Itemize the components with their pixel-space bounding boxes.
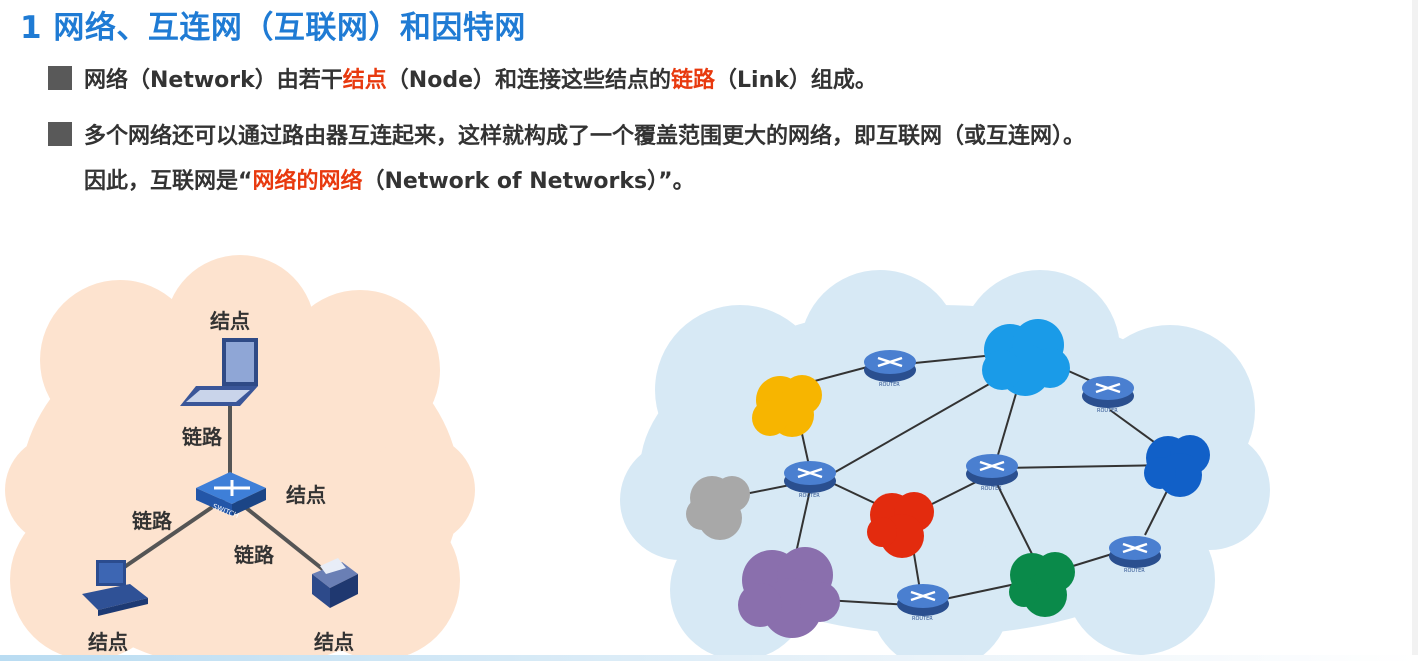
bullet-2-text-b: （Network of Networks）”。 — [362, 169, 695, 194]
network-cloud-lightblue — [982, 319, 1070, 396]
bullet-2: 多个网络还可以通过路由器互连起来，这样就构成了一个覆盖范围更大的网络，即互联网（… — [48, 114, 1085, 204]
bullet-1-text-c: （Link）组成。 — [715, 68, 877, 93]
network-diagram: SWITCH 结点 链路 结点 链路 链路 结点 结点 — [5, 255, 475, 661]
router-text: ROUTER — [879, 382, 900, 388]
link-label: 链路 — [234, 543, 275, 567]
slide-title: 1 网络、互连网（互联网）和因特网 — [20, 10, 526, 46]
router-text: ROUTER — [799, 493, 820, 499]
bullet-2-text-a: 因此，互联网是“ — [84, 169, 253, 194]
bullet-1-text-a: 网络（Network）由若干 — [84, 68, 343, 93]
router-text: ROUTER — [981, 486, 1002, 492]
bullet-1: 网络（Network）由若干结点（Node）和连接这些结点的链路（Link）组成… — [48, 58, 877, 103]
bullet-1-highlight-link: 链路 — [671, 68, 716, 93]
internet-diagram: ROUTER ROUTER ROUTER ROUTER ROUTER ROUTE… — [620, 270, 1270, 661]
bullet-1-text-b: （Node）和连接这些结点的 — [386, 68, 671, 93]
bullet-1-highlight-node: 结点 — [342, 68, 387, 93]
link-label: 链路 — [182, 425, 223, 449]
bullet-2-line-1: 多个网络还可以通过路由器互连起来，这样就构成了一个覆盖范围更大的网络，即互联网（… — [48, 114, 1085, 159]
router-text: ROUTER — [1097, 408, 1118, 414]
node-label: 结点 — [314, 630, 354, 654]
node-label: 结点 — [210, 309, 250, 333]
node-label: 结点 — [286, 483, 326, 507]
right-edge — [1412, 0, 1418, 661]
node-label: 结点 — [88, 630, 128, 654]
link-label: 链路 — [132, 509, 173, 533]
bullet-square-icon — [48, 66, 72, 90]
router-text: ROUTER — [912, 616, 933, 622]
bullet-2-line-2: 因此，互联网是“网络的网络（Network of Networks）”。 — [48, 159, 1085, 204]
bullet-2-text-line-1: 多个网络还可以通过路由器互连起来，这样就构成了一个覆盖范围更大的网络，即互联网（… — [84, 124, 1086, 149]
bullet-2-highlight: 网络的网络 — [252, 169, 363, 194]
network-cloud-purple — [738, 547, 840, 638]
bottom-strip — [0, 655, 1418, 661]
bullet-square-icon — [48, 122, 72, 146]
router-text: ROUTER — [1124, 568, 1145, 574]
